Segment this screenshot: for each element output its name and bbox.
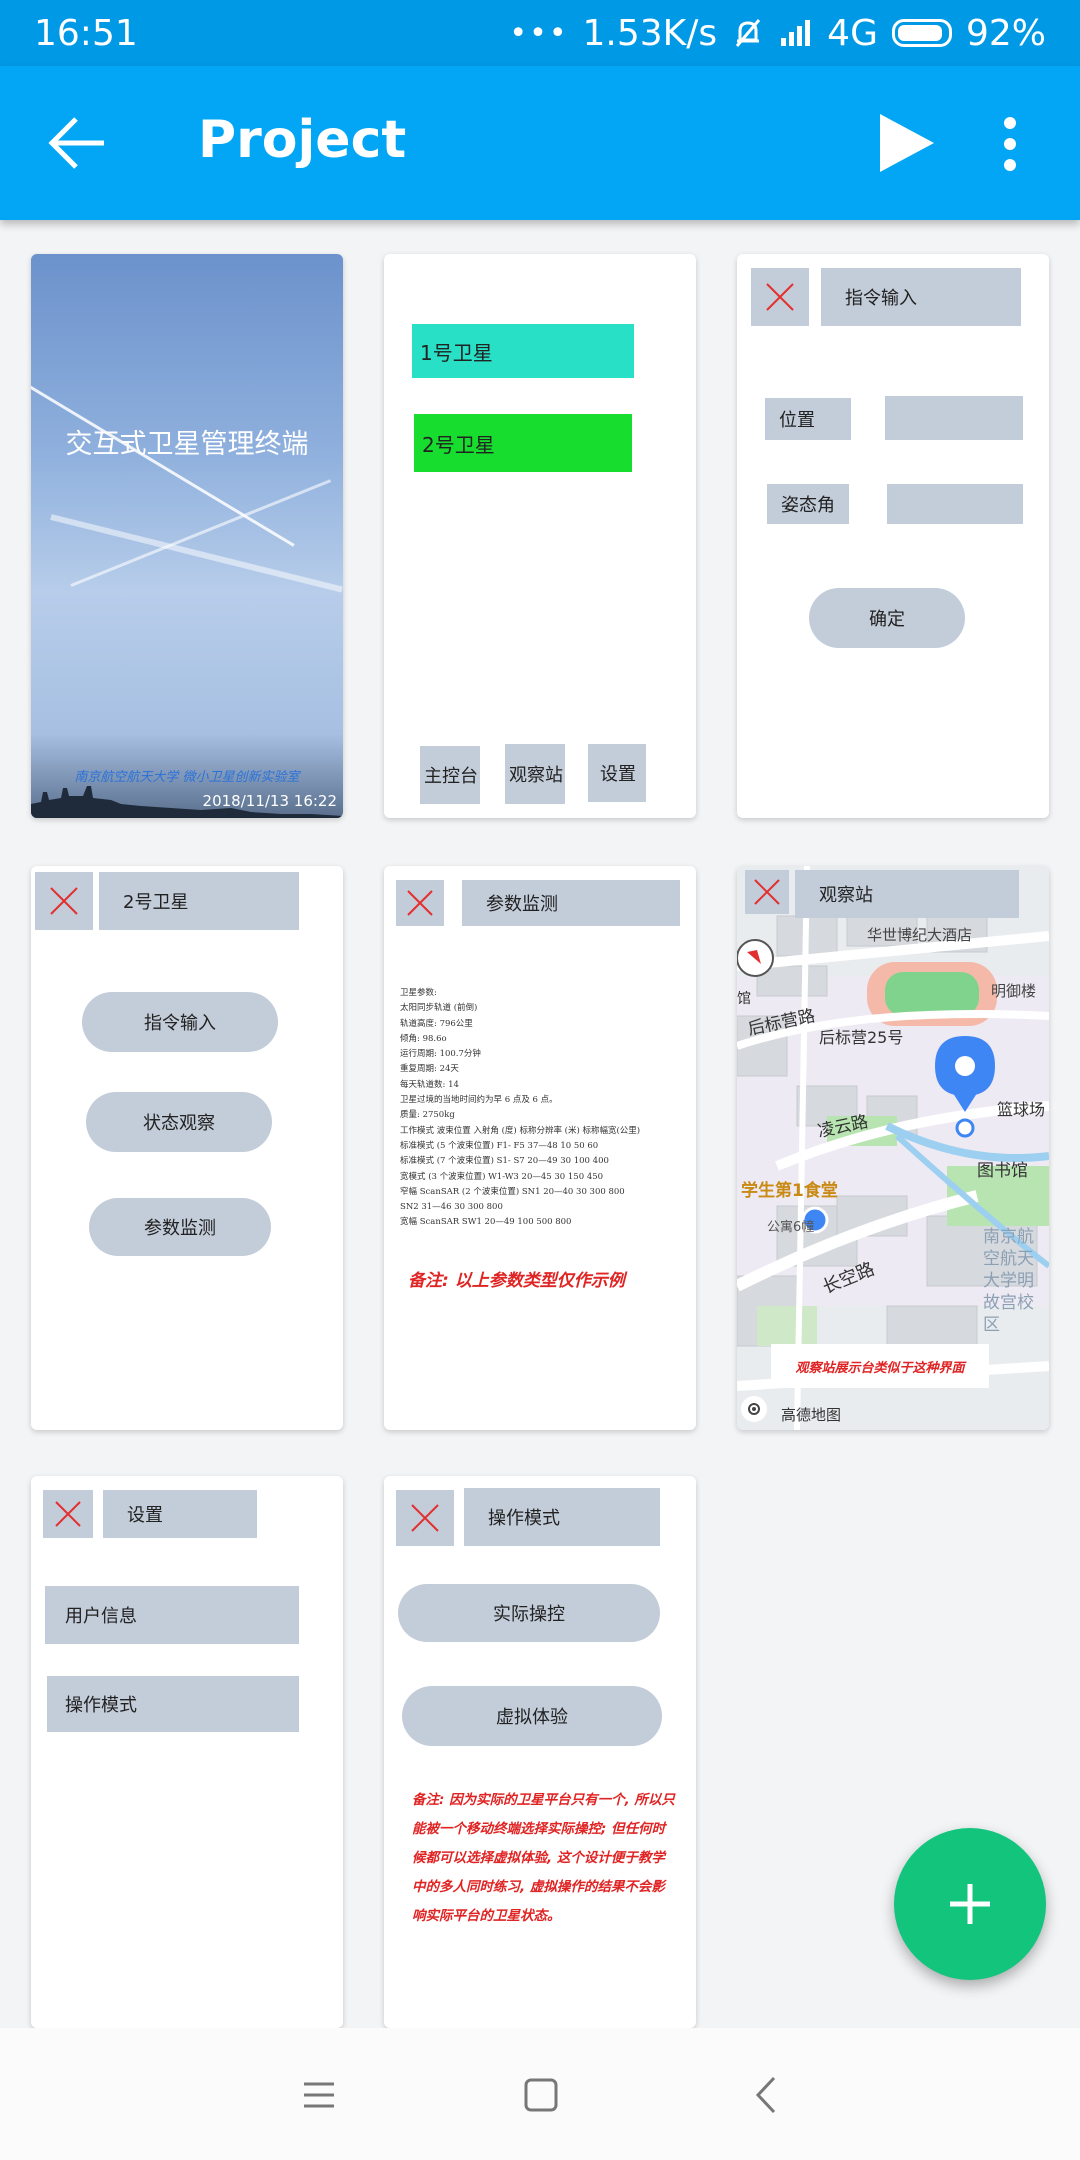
param-line: 运行周期: 100.7分钟 — [400, 1049, 481, 1060]
param-line: 轨道高度: 796公里 — [400, 1018, 473, 1029]
param-line: 工作模式 波束位置 入射角 (度) 标称分辨率 (米) 标称幅宽(公里) — [400, 1125, 641, 1136]
param-line: SN2 31—46 30 300 800 — [400, 1202, 503, 1213]
opmode-header: 操作模式 — [464, 1488, 660, 1546]
attitude-label: 姿态角 — [767, 484, 849, 524]
plus-icon — [950, 1884, 990, 1924]
params-header: 参数监测 — [462, 880, 680, 926]
screen-card-settings[interactable]: 设置 用户信息 操作模式 — [31, 1476, 343, 2028]
screen-card-splash[interactable]: 交互式卫星管理终端 南京航空航天大学 微小卫星创新实验室 2018/11/13 … — [31, 254, 343, 818]
more-notifications-icon: ••• — [509, 15, 569, 51]
battery-percent: 92% — [965, 12, 1046, 54]
amap-logo: 高德地图 — [781, 1406, 842, 1424]
param-monitor-button[interactable]: 参数监测 — [89, 1198, 271, 1256]
param-line: 重复周期: 24天 — [400, 1064, 459, 1075]
status-observe-button[interactable]: 状态观察 — [86, 1092, 272, 1152]
screen-card-params[interactable]: 参数监测 卫星参数: 太阳同步轨道 (前倒) 轨道高度: 796公里 倾角: 98.6… — [384, 866, 696, 1430]
params-note: 备注: 以上参数类型仅作示例 — [408, 1271, 625, 1291]
attitude-input[interactable] — [887, 484, 1023, 524]
sat2-button[interactable]: 2号卫星 — [414, 414, 632, 472]
system-nav-bar — [0, 2028, 1080, 2160]
actual-control-button[interactable]: 实际操控 — [398, 1584, 660, 1642]
param-line: 标准模式 (7 个波束位置) S1- S7 20—49 30 100 400 — [400, 1156, 609, 1167]
skyline-silhouette — [31, 786, 343, 818]
param-line: 太阳同步轨道 (前倒) — [400, 1003, 478, 1014]
virtual-experience-button[interactable]: 虚拟体验 — [402, 1686, 662, 1746]
map-label-nanhang: 南京航空航天大学明故宫校区 — [983, 1227, 1034, 1335]
network-type: 4G — [827, 12, 878, 54]
close-icon[interactable] — [35, 872, 93, 930]
more-vert-icon[interactable] — [998, 116, 1022, 172]
close-icon[interactable] — [745, 870, 789, 914]
sat2-header: 2号卫星 — [99, 872, 299, 930]
op-mode-item[interactable]: 操作模式 — [47, 1676, 299, 1732]
mute-bell-icon — [731, 16, 765, 50]
contrail — [50, 514, 343, 593]
sat1-button[interactable]: 1号卫星 — [412, 324, 634, 378]
map-label-library: 图书馆 — [977, 1161, 1028, 1181]
play-icon[interactable] — [876, 112, 936, 174]
map-label-ballfield: 篮球场 — [997, 1100, 1046, 1119]
param-line: 每天轨道数: 14 — [400, 1079, 459, 1090]
param-line: 窄幅 ScanSAR (2 个波束位置) SN1 20—40 30 300 80… — [400, 1186, 625, 1197]
map-label-guan: 馆 — [737, 991, 751, 1007]
station-header: 观察站 — [795, 870, 1019, 918]
locate-icon[interactable] — [741, 1396, 767, 1422]
screen-card-opmode[interactable]: 操作模式 实际操控 虚拟体验 备注: 因为实际的卫星平台只有一个, 所以只能被一… — [384, 1476, 696, 2028]
confirm-button[interactable]: 确定 — [809, 588, 965, 648]
tab-station[interactable]: 观察站 — [505, 744, 565, 804]
settings-header: 设置 — [103, 1490, 257, 1538]
param-line: 宽模式 (3 个波束位置) W1-W3 20—45 30 150 450 — [400, 1171, 604, 1182]
param-line: 倾角: 98.6o — [400, 1033, 447, 1044]
home-icon[interactable] — [514, 2068, 568, 2122]
user-info-item[interactable]: 用户信息 — [45, 1586, 299, 1644]
map-label-houbiao25: 后标营25号 — [819, 1028, 904, 1047]
app-bar: Project — [0, 66, 1080, 220]
back-arrow-icon[interactable] — [46, 112, 108, 174]
param-line: 卫星过境的当地时间约为早 6 点及 6 点。 — [400, 1095, 558, 1106]
splash-title: 交互式卫星管理终端 — [65, 429, 309, 460]
position-input[interactable] — [885, 396, 1023, 440]
close-icon[interactable] — [751, 268, 809, 326]
network-speed: 1.53K/s — [582, 12, 718, 54]
param-line: 标准模式 (5 个波束位置) F1- F5 37—48 10 50 60 — [400, 1140, 599, 1151]
param-line: 宽幅 ScanSAR SW1 20—49 100 500 800 — [400, 1217, 572, 1228]
status-bar: 16:51 ••• 1.53K/s 4G 92% — [0, 0, 1080, 66]
param-line: 卫星参数: — [400, 988, 437, 998]
screen-card-sat2[interactable]: 2号卫星 指令输入 状态观察 参数监测 — [31, 866, 343, 1430]
map-label-canteen: 学生第1食堂 — [741, 1181, 838, 1201]
map-label-gongyu: 公寓6幢 — [767, 1220, 815, 1235]
command-input-button[interactable]: 指令输入 — [82, 992, 278, 1052]
signal-icon — [779, 18, 813, 48]
command-header: 指令输入 — [821, 268, 1021, 326]
close-icon[interactable] — [43, 1490, 93, 1538]
battery-icon — [891, 19, 952, 47]
opmode-note: 备注: 因为实际的卫星平台只有一个, 所以只能被一个移动终端选择实际操控; 但任… — [412, 1792, 675, 1924]
tab-main-console[interactable]: 主控台 — [420, 746, 480, 804]
menu-icon[interactable] — [292, 2068, 346, 2122]
map-label-mingyu: 明御楼 — [991, 982, 1037, 1000]
status-time: 16:51 — [34, 12, 138, 54]
back-icon[interactable] — [740, 2068, 794, 2122]
screen-card-station[interactable]: 华世博纪大酒店 明御楼 馆 后标营路 后标营25号 凌云路 篮球场 图书馆 学生… — [737, 866, 1049, 1430]
close-icon[interactable] — [396, 1490, 454, 1546]
screen-card-command[interactable]: 指令输入 位置 姿态角 确定 — [737, 254, 1049, 818]
close-icon[interactable] — [396, 880, 444, 926]
param-line: 质量: 2750kg — [400, 1110, 455, 1121]
param-text: 卫星参数: 太阳同步轨道 (前倒) 轨道高度: 796公里 倾角: 98.6o 运行周期… — [400, 986, 690, 1231]
page-title: Project — [198, 110, 407, 170]
tab-settings[interactable]: 设置 — [588, 744, 646, 802]
station-note: 观察站展示台类似于这种界面 — [771, 1344, 989, 1388]
add-button[interactable] — [894, 1828, 1046, 1980]
position-label: 位置 — [765, 398, 851, 440]
map-label-hotel: 华世博纪大酒店 — [867, 926, 973, 944]
screen-card-satellites[interactable]: 1号卫星 2号卫星 主控台 观察站 设置 — [384, 254, 696, 818]
